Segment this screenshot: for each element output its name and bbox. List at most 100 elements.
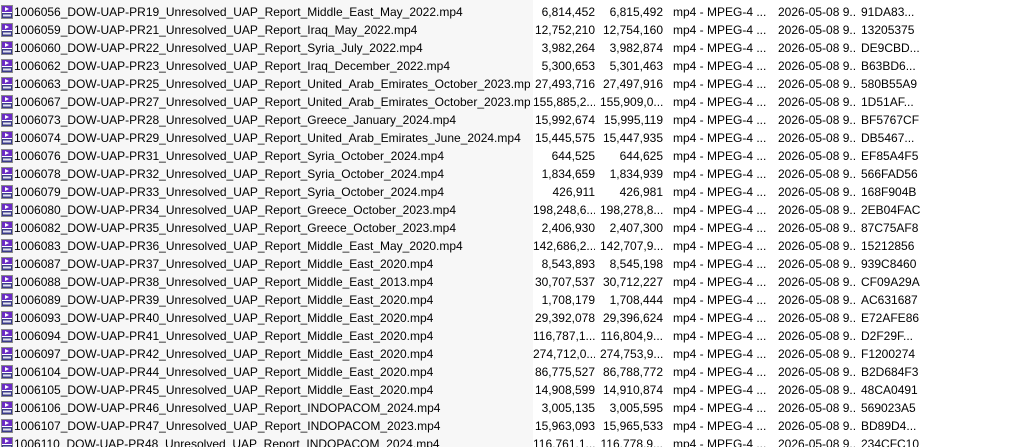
file-row[interactable]: 1006110_DOW-UAP-PR48_Unresolved_UAP_Repo… xyxy=(0,435,1024,447)
file-crc: 15212856 xyxy=(861,239,915,253)
file-packed-size: 5,301,463 xyxy=(609,59,663,73)
video-file-icon xyxy=(1,149,13,163)
file-row[interactable]: 1006079_DOW-UAP-PR33_Unresolved_UAP_Repo… xyxy=(0,183,1024,201)
file-row[interactable]: 1006063_DOW-UAP-PR25_Unresolved_UAP_Repo… xyxy=(0,75,1024,93)
file-type: mp4 - MPEG-4 ... xyxy=(673,293,767,307)
file-size: 3,982,264 xyxy=(541,41,595,55)
video-file-icon xyxy=(1,329,13,343)
file-crc: 2EB04FAC xyxy=(861,203,921,217)
file-modified: 2026-05-08 9... xyxy=(778,311,856,325)
file-packed-size: 142,707,9... xyxy=(600,239,663,253)
file-packed-size: 86,788,772 xyxy=(602,365,663,379)
file-modified: 2026-05-08 9... xyxy=(778,185,856,199)
file-modified: 2026-05-08 9... xyxy=(778,167,856,181)
video-file-icon xyxy=(1,77,13,91)
file-row[interactable]: 1006106_DOW-UAP-PR46_Unresolved_UAP_Repo… xyxy=(0,399,1024,417)
file-row[interactable]: 1006097_DOW-UAP-PR42_Unresolved_UAP_Repo… xyxy=(0,345,1024,363)
file-modified: 2026-05-08 9... xyxy=(778,293,856,307)
file-row[interactable]: 1006062_DOW-UAP-PR23_Unresolved_UAP_Repo… xyxy=(0,57,1024,75)
file-size: 15,992,674 xyxy=(534,113,595,127)
file-type: mp4 - MPEG-4 ... xyxy=(673,383,767,397)
file-size: 12,752,210 xyxy=(534,23,595,37)
file-modified: 2026-05-08 9... xyxy=(778,419,856,433)
file-packed-size: 1,834,939 xyxy=(609,167,663,181)
file-size: 1,708,179 xyxy=(541,293,595,307)
file-crc: BF5767CF xyxy=(861,113,920,127)
file-row[interactable]: 1006076_DOW-UAP-PR31_Unresolved_UAP_Repo… xyxy=(0,147,1024,165)
file-name: 1006073_DOW-UAP-PR28_Unresolved_UAP_Repo… xyxy=(14,113,457,127)
file-name: 1006107_DOW-UAP-PR47_Unresolved_UAP_Repo… xyxy=(14,419,441,433)
video-file-icon xyxy=(1,293,13,307)
file-row[interactable]: 1006059_DOW-UAP-PR21_Unresolved_UAP_Repo… xyxy=(0,21,1024,39)
file-size: 274,712,0... xyxy=(533,347,595,361)
file-crc: D2F29F... xyxy=(861,329,914,343)
file-crc: 13205375 xyxy=(861,23,915,37)
file-row[interactable]: 1006067_DOW-UAP-PR27_Unresolved_UAP_Repo… xyxy=(0,93,1024,111)
file-row[interactable]: 1006088_DOW-UAP-PR38_Unresolved_UAP_Repo… xyxy=(0,273,1024,291)
file-row[interactable]: 1006078_DOW-UAP-PR32_Unresolved_UAP_Repo… xyxy=(0,165,1024,183)
file-row[interactable]: 1006080_DOW-UAP-PR34_Unresolved_UAP_Repo… xyxy=(0,201,1024,219)
file-name: 1006097_DOW-UAP-PR42_Unresolved_UAP_Repo… xyxy=(14,347,434,361)
video-file-icon xyxy=(1,437,13,447)
video-file-icon xyxy=(1,257,13,271)
file-row[interactable]: 1006060_DOW-UAP-PR22_Unresolved_UAP_Repo… xyxy=(0,39,1024,57)
video-file-icon xyxy=(1,347,13,361)
video-file-icon xyxy=(1,185,13,199)
file-type: mp4 - MPEG-4 ... xyxy=(673,41,767,55)
video-file-icon xyxy=(1,239,13,253)
file-type: mp4 - MPEG-4 ... xyxy=(673,95,767,109)
file-name: 1006093_DOW-UAP-PR40_Unresolved_UAP_Repo… xyxy=(14,311,434,325)
file-modified: 2026-05-08 9... xyxy=(778,113,856,127)
file-type: mp4 - MPEG-4 ... xyxy=(673,113,767,127)
file-packed-size: 6,815,492 xyxy=(609,5,663,19)
file-packed-size: 14,910,874 xyxy=(602,383,663,397)
file-row[interactable]: 1006105_DOW-UAP-PR45_Unresolved_UAP_Repo… xyxy=(0,381,1024,399)
file-type: mp4 - MPEG-4 ... xyxy=(673,311,767,325)
file-row[interactable]: 1006074_DOW-UAP-PR29_Unresolved_UAP_Repo… xyxy=(0,129,1024,147)
file-row[interactable]: 1006107_DOW-UAP-PR47_Unresolved_UAP_Repo… xyxy=(0,417,1024,435)
file-type: mp4 - MPEG-4 ... xyxy=(673,437,767,447)
file-row[interactable]: 1006073_DOW-UAP-PR28_Unresolved_UAP_Repo… xyxy=(0,111,1024,129)
file-row[interactable]: 1006083_DOW-UAP-PR36_Unresolved_UAP_Repo… xyxy=(0,237,1024,255)
video-file-icon xyxy=(1,203,13,217)
video-file-icon xyxy=(1,383,13,397)
file-packed-size: 15,965,533 xyxy=(602,419,663,433)
file-size: 30,707,537 xyxy=(534,275,595,289)
file-type: mp4 - MPEG-4 ... xyxy=(673,131,767,145)
file-type: mp4 - MPEG-4 ... xyxy=(673,401,767,415)
video-file-icon xyxy=(1,59,13,73)
file-modified: 2026-05-08 9... xyxy=(778,401,856,415)
file-size: 15,445,575 xyxy=(534,131,595,145)
file-modified: 2026-05-08 9... xyxy=(778,383,856,397)
file-row[interactable]: 1006104_DOW-UAP-PR44_Unresolved_UAP_Repo… xyxy=(0,363,1024,381)
file-type: mp4 - MPEG-4 ... xyxy=(673,419,767,433)
file-row[interactable]: 1006094_DOW-UAP-PR41_Unresolved_UAP_Repo… xyxy=(0,327,1024,345)
video-file-icon xyxy=(1,275,13,289)
file-crc: DB5467... xyxy=(861,131,915,145)
file-size: 155,885,2... xyxy=(533,95,595,109)
file-row[interactable]: 1006082_DOW-UAP-PR35_Unresolved_UAP_Repo… xyxy=(0,219,1024,237)
file-modified: 2026-05-08 9... xyxy=(778,329,856,343)
file-size: 8,543,893 xyxy=(541,257,595,271)
file-type: mp4 - MPEG-4 ... xyxy=(673,5,767,19)
file-crc: EF85A4F5 xyxy=(861,149,919,163)
file-row[interactable]: 1006087_DOW-UAP-PR37_Unresolved_UAP_Repo… xyxy=(0,255,1024,273)
file-row[interactable]: 1006056_DOW-UAP-PR19_Unresolved_UAP_Repo… xyxy=(0,3,1024,21)
file-modified: 2026-05-08 9... xyxy=(778,149,856,163)
file-size: 198,248,6... xyxy=(533,203,595,217)
file-row[interactable]: 1006089_DOW-UAP-PR39_Unresolved_UAP_Repo… xyxy=(0,291,1024,309)
video-file-icon xyxy=(1,401,13,415)
file-row[interactable]: 1006093_DOW-UAP-PR40_Unresolved_UAP_Repo… xyxy=(0,309,1024,327)
file-size: 29,392,078 xyxy=(534,311,595,325)
file-modified: 2026-05-08 9... xyxy=(778,77,856,91)
file-type: mp4 - MPEG-4 ... xyxy=(673,185,767,199)
file-packed-size: 3,005,595 xyxy=(609,401,663,415)
file-name: 1006076_DOW-UAP-PR31_Unresolved_UAP_Repo… xyxy=(14,149,445,163)
video-file-icon xyxy=(1,221,13,235)
file-type: mp4 - MPEG-4 ... xyxy=(673,239,767,253)
video-file-icon xyxy=(1,95,13,109)
file-modified: 2026-05-08 9... xyxy=(778,95,856,109)
file-modified: 2026-05-08 9... xyxy=(778,275,856,289)
file-modified: 2026-05-08 9... xyxy=(778,257,856,271)
video-file-icon xyxy=(1,131,13,145)
